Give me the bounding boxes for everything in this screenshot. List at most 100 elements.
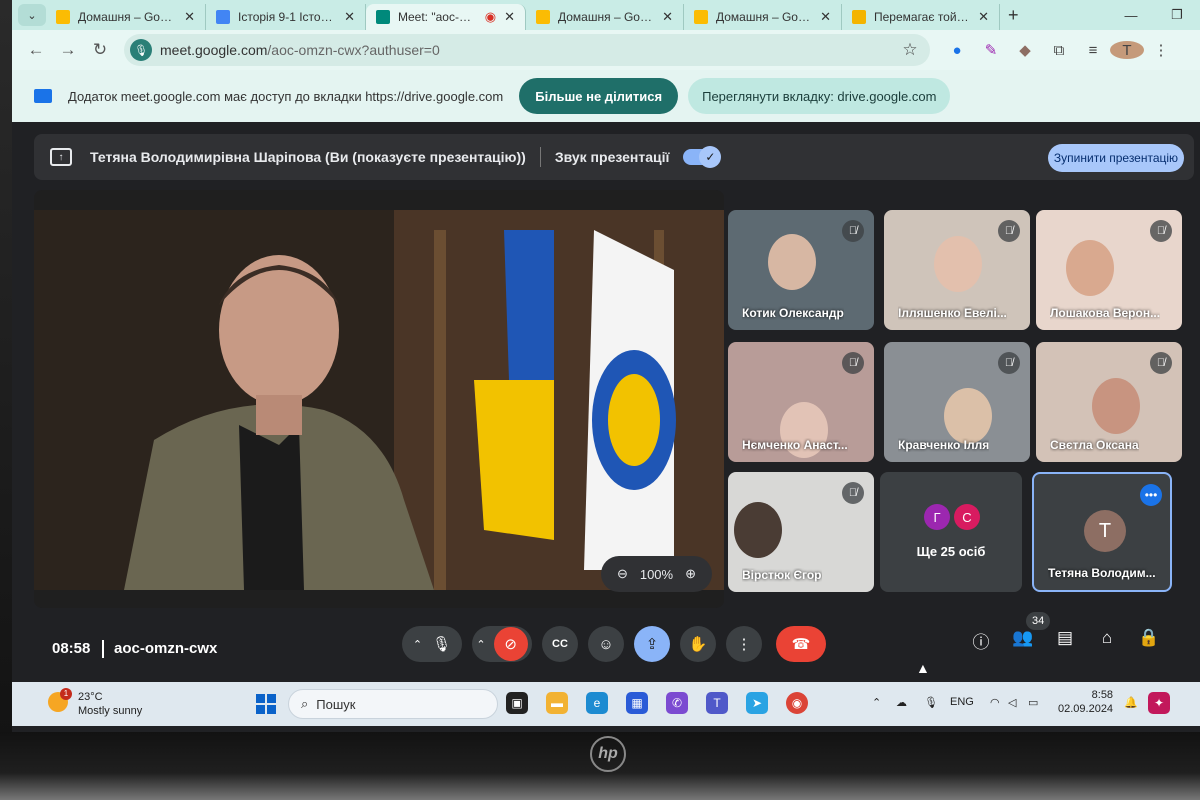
bookmark-star-icon[interactable]: ☆ — [890, 40, 930, 60]
address-bar[interactable]: 🎙 meet.google.com/aoc-omzn-cwx?authuser=… — [124, 34, 930, 66]
zoom-out-icon[interactable]: ⊖ — [617, 566, 628, 582]
reload-icon[interactable]: ↻ — [84, 40, 116, 60]
participant-tile[interactable]: 🎙̸ Ілляшенко Евелі... — [884, 210, 1030, 330]
clock-date: 02.09.2024 — [1058, 703, 1114, 715]
task-view-icon[interactable]: ▣ — [506, 692, 528, 714]
muted-mic-icon: 🎙̸ — [842, 220, 864, 242]
view-tab-button[interactable]: Переглянути вкладку: drive.google.com — [688, 78, 951, 114]
teams-icon[interactable]: T — [706, 692, 728, 714]
owl-extension-icon[interactable]: ◆ — [1008, 41, 1042, 59]
close-icon[interactable]: ✕ — [504, 9, 515, 25]
chevron-up-icon[interactable]: ⌃ — [413, 638, 422, 651]
participant-video — [934, 236, 982, 292]
notifications-bell-icon[interactable]: 🔔 — [1124, 696, 1138, 709]
present-button[interactable]: ⇪ — [634, 626, 670, 662]
close-icon[interactable]: ✕ — [978, 9, 989, 25]
self-tile[interactable]: Т ••• Тетяна Володим... — [1032, 472, 1172, 592]
self-name: Тетяна Володим... — [1048, 566, 1156, 580]
zoom-controls: ⊖ 100% ⊕ — [600, 556, 712, 592]
zoom-in-icon[interactable]: ⊕ — [685, 566, 696, 582]
participant-tile[interactable]: 🎙̸ Свєтла Оксана — [1036, 342, 1182, 462]
participant-grid: 🎙̸ Котик Олександр 🎙̸ Ілляшенко Евелі...… — [728, 210, 1188, 595]
laptop-screen: ⌄ Домашня – Google ✕ Історія 9-1 Історія… — [12, 0, 1200, 732]
tab-meet[interactable]: Meet: "aoc-omzn-cwx" ◉ ✕ — [366, 4, 526, 30]
participant-name: Нємченко Анаст... — [742, 438, 848, 452]
presentation-stage: ⊖ 100% ⊕ — [34, 190, 724, 608]
extension-dot-icon[interactable]: ● — [940, 42, 974, 59]
onedrive-icon[interactable]: ☁ — [896, 696, 907, 709]
muted-mic-icon: 🎙̸ — [842, 482, 864, 504]
close-icon[interactable]: ✕ — [662, 9, 673, 25]
profile-avatar[interactable]: T — [1110, 41, 1144, 59]
taskbar-search[interactable]: ⌕ Пошук — [288, 689, 498, 719]
microphone-tray-icon[interactable]: 🎙 — [924, 696, 938, 709]
camera-off-icon: ⊘ — [493, 627, 528, 661]
tab-home-2[interactable]: Домашня – Google ✕ — [526, 4, 684, 30]
meeting-info-icon[interactable]: ⓘ — [968, 628, 994, 654]
media-controls-icon[interactable]: ≡ — [1076, 42, 1110, 59]
tray-overflow-icon[interactable]: ⌃ — [872, 696, 881, 709]
forward-arrow-icon[interactable]: → — [52, 40, 84, 60]
close-icon[interactable]: ✕ — [184, 9, 195, 25]
microphone-button[interactable]: ⌃ 🎙 — [402, 626, 462, 662]
pen-extension-icon[interactable]: ✎ — [974, 41, 1008, 59]
divider — [102, 640, 104, 658]
edge-icon[interactable]: e — [586, 692, 608, 714]
captions-button[interactable]: CC — [542, 626, 578, 662]
participant-tile[interactable]: 🎙̸ Лошакова Верон... — [1036, 210, 1182, 330]
people-icon[interactable]: 👥 — [1010, 628, 1036, 654]
tab-home-3[interactable]: Домашня – Google ✕ — [684, 4, 842, 30]
wifi-icon[interactable]: ◠ — [990, 696, 1000, 709]
back-arrow-icon[interactable]: ← — [20, 40, 52, 60]
restore-icon[interactable]: ❐ — [1154, 7, 1200, 23]
close-icon[interactable]: ✕ — [820, 9, 831, 25]
chrome-icon[interactable]: ◉ — [786, 692, 808, 714]
more-participants-tile[interactable]: Г С Ще 25 осіб — [880, 472, 1022, 592]
participant-tile[interactable]: 🎙̸ Вірстюк Єгор — [728, 472, 874, 592]
microphone-site-icon[interactable]: 🎙 — [130, 39, 152, 61]
close-icon[interactable]: ✕ — [344, 9, 355, 25]
copilot-icon[interactable]: ✦ — [1148, 692, 1170, 714]
puzzle-extensions-icon[interactable]: ⧉ — [1042, 42, 1076, 59]
windows-start-icon[interactable] — [256, 694, 276, 714]
tab-winner[interactable]: Перемагає той, хт ✕ — [842, 4, 1000, 30]
chevron-up-icon[interactable]: ⌃ — [476, 638, 485, 651]
more-options-icon[interactable]: ••• — [1140, 484, 1162, 506]
system-clock[interactable]: 8:58 02.09.2024 — [1058, 688, 1113, 716]
participant-tile[interactable]: 🎙̸ Нємченко Анаст... — [728, 342, 874, 462]
participant-video — [1092, 378, 1140, 434]
hand-icon: ✋ — [688, 636, 708, 653]
presentation-audio-toggle[interactable]: ✓ — [683, 146, 722, 168]
store-icon[interactable]: ▦ — [626, 692, 648, 714]
telegram-icon[interactable]: ➤ — [746, 692, 768, 714]
file-explorer-icon[interactable]: ▬ — [546, 692, 568, 714]
host-controls-icon[interactable]: 🔒 — [1136, 628, 1162, 654]
new-tab-button[interactable]: + — [1008, 5, 1019, 26]
classroom-icon — [216, 10, 230, 24]
stop-presenting-button[interactable]: Зупинити презентацію — [1048, 144, 1184, 172]
activities-icon[interactable]: ⌂ — [1094, 628, 1120, 654]
chat-icon[interactable]: ▤ — [1052, 628, 1078, 654]
tab-history-class[interactable]: Історія 9-1 Історія ✕ — [206, 4, 366, 30]
camera-button[interactable]: ⌃ ⊘ — [472, 626, 532, 662]
leave-call-button[interactable]: ☎ — [776, 626, 826, 662]
tab-search-button[interactable]: ⌄ — [18, 4, 46, 26]
viber-icon[interactable]: ✆ — [666, 692, 688, 714]
emoji-reactions-button[interactable]: ☺ — [588, 626, 624, 662]
raise-hand-button[interactable]: ✋ — [680, 626, 716, 662]
volume-icon[interactable]: ◁ — [1008, 696, 1016, 709]
tab-home-1[interactable]: Домашня – Google ✕ — [46, 4, 206, 30]
participant-tile[interactable]: 🎙̸ Котик Олександр — [728, 210, 874, 330]
participant-tile[interactable]: 🎙̸ Кравченко Ілля — [884, 342, 1030, 462]
google-drive-icon — [56, 10, 70, 24]
recording-icon: ◉ — [484, 9, 497, 24]
stop-sharing-button[interactable]: Більше не ділитися — [519, 78, 679, 114]
language-indicator[interactable]: ENG — [950, 696, 974, 708]
presenting-bar: ↑ Тетяна Володимирівна Шаріпова (Ви (пок… — [34, 134, 1194, 180]
minimize-icon[interactable]: — — [1108, 8, 1154, 23]
weather-condition: Mostly sunny — [78, 705, 143, 717]
temperature: 23°C — [78, 691, 103, 703]
chrome-menu-icon[interactable]: ⋮ — [1144, 41, 1178, 59]
more-options-button[interactable]: ⋮ — [726, 626, 762, 662]
battery-icon[interactable]: ▭ — [1028, 696, 1038, 709]
